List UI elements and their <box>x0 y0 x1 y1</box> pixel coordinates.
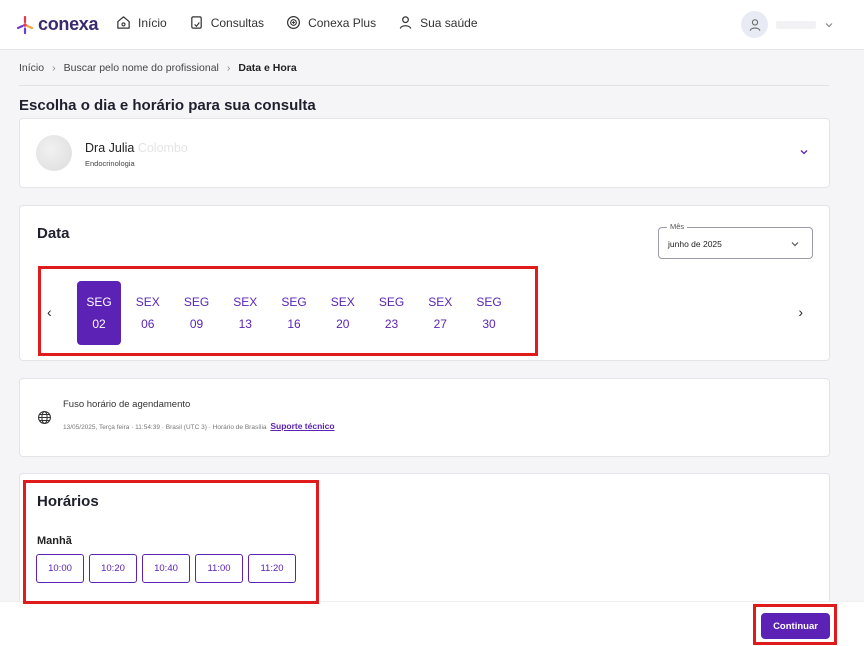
period-label-morning: Manhã <box>37 535 72 547</box>
nav-item-label: Início <box>138 15 167 30</box>
doctor-photo <box>36 135 72 171</box>
date-section-title: Data <box>37 225 70 242</box>
time-slot-button[interactable]: 10:40 <box>142 554 190 583</box>
nav-item-label: Consultas <box>210 15 265 30</box>
next-dates-button[interactable]: › <box>798 304 803 320</box>
time-slot-button[interactable]: 10:20 <box>89 554 137 583</box>
breadcrumb-separator-icon: › <box>52 62 56 74</box>
globe-icon <box>38 411 51 424</box>
breadcrumb-item-current: Data e Hora <box>238 62 297 74</box>
plus-circle-icon <box>287 15 301 30</box>
doctor-last-name: Colombo <box>137 141 188 155</box>
divider <box>19 85 829 86</box>
nav-item-label: Sua saúde <box>420 15 478 30</box>
time-slot-list: 10:00 10:20 10:40 11:00 11:20 <box>36 554 296 583</box>
date-day: 13 <box>238 317 252 331</box>
main-nav: Início Consultas Conexa Plus Sua saúde <box>116 15 478 30</box>
date-option[interactable]: SEX 06 <box>126 281 170 345</box>
clipboard-icon <box>190 16 202 29</box>
support-link[interactable]: Suporte técnico <box>270 421 334 431</box>
date-option[interactable]: SEG 09 <box>175 281 219 345</box>
breadcrumb-item-search[interactable]: Buscar pelo nome do profissional <box>64 62 219 74</box>
doctor-card[interactable]: Dra Julia Colombo Endocrinologia <box>19 118 830 188</box>
nav-item-consultas[interactable]: Consultas <box>189 15 264 30</box>
user-name-placeholder <box>776 20 816 29</box>
nav-item-conexa-plus[interactable]: Conexa Plus <box>286 15 376 30</box>
footer-bar <box>0 601 864 646</box>
date-list: SEG 02 SEX 06 SEG 09 SEX 13 SEG 16 SEX 2… <box>77 281 516 345</box>
nav-item-label: Conexa Plus <box>308 15 377 30</box>
nav-item-inicio[interactable]: Início <box>116 15 167 30</box>
logo-mark-icon <box>16 15 34 34</box>
user-avatar-icon <box>749 18 760 31</box>
doctor-first-name: Dra Julia <box>85 141 135 155</box>
date-weekday: SEX <box>135 295 160 309</box>
chevron-down-icon[interactable] <box>799 147 809 157</box>
previous-dates-button[interactable]: ‹ <box>47 304 52 320</box>
month-select-label: Mês <box>667 222 688 231</box>
date-option[interactable]: SEG 02 <box>77 281 121 345</box>
date-day: 02 <box>92 317 106 331</box>
date-option[interactable]: SEX 20 <box>321 281 365 345</box>
date-weekday: SEX <box>330 295 355 309</box>
date-option[interactable]: SEX 13 <box>223 281 267 345</box>
hours-section: Horários Manhã 10:00 10:20 10:40 11:00 1… <box>19 473 830 613</box>
time-slot-button[interactable]: 11:00 <box>195 554 243 583</box>
month-select[interactable]: Mês junho de 2025 <box>658 222 813 259</box>
date-day: 27 <box>433 317 447 331</box>
doctor-specialty: Endocrinologia <box>85 159 135 168</box>
conexa-logo[interactable]: conexa <box>16 14 99 35</box>
home-icon <box>117 16 130 29</box>
time-slot-button[interactable]: 11:20 <box>248 554 296 583</box>
date-day: 16 <box>287 317 301 331</box>
date-option[interactable]: SEX 27 <box>418 281 462 345</box>
person-icon <box>399 16 412 29</box>
month-select-value: junho de 2025 <box>668 239 722 249</box>
date-weekday: SEG <box>281 295 307 309</box>
date-weekday: SEG <box>378 295 405 309</box>
logo-text: conexa <box>38 14 99 34</box>
chevron-down-icon <box>791 242 799 247</box>
time-slot-button[interactable]: 10:00 <box>36 554 84 583</box>
timezone-title: Fuso horário de agendamento <box>63 399 191 410</box>
date-option[interactable]: SEG 30 <box>467 281 511 345</box>
nav-item-sua-saude[interactable]: Sua saúde <box>398 15 478 30</box>
doctor-name: Dra Julia Colombo <box>85 141 188 155</box>
date-option[interactable]: SEG 16 <box>272 281 316 345</box>
user-menu[interactable] <box>741 11 834 38</box>
breadcrumb-separator-icon: › <box>226 62 231 74</box>
date-day: 23 <box>384 317 399 331</box>
breadcrumb-item-inicio[interactable]: Início <box>19 62 44 74</box>
timezone-datetime: 13/05/2025, Terça feira · 11:54:39 · Bra… <box>63 424 267 431</box>
page-title: Escolha o dia e horário para sua consult… <box>19 97 316 114</box>
hours-section-title: Horários <box>37 493 99 510</box>
date-weekday: SEG <box>183 295 210 309</box>
date-section: Data Mês junho de 2025 ‹ SEG 02 SEX 06 S… <box>19 205 830 361</box>
timezone-detail: 13/05/2025, Terça feira · 11:54:39 · Bra… <box>63 421 335 431</box>
date-day: 09 <box>189 317 204 331</box>
date-weekday: SEX <box>233 295 258 309</box>
date-day: 30 <box>482 317 496 331</box>
date-weekday: SEX <box>428 295 453 309</box>
date-weekday: SEG <box>86 295 112 309</box>
top-navigation-bar: conexa Início Consultas Conexa Plus Sua … <box>0 0 864 50</box>
date-weekday: SEG <box>476 295 502 309</box>
timezone-card: Fuso horário de agendamento 13/05/2025, … <box>19 378 830 457</box>
avatar <box>741 11 768 38</box>
date-day: 20 <box>336 317 350 331</box>
breadcrumb: Início › Buscar pelo nome do profissiona… <box>19 62 297 74</box>
date-day: 06 <box>141 317 155 331</box>
chevron-down-icon <box>825 22 833 27</box>
date-option[interactable]: SEG 23 <box>370 281 414 345</box>
continue-button[interactable]: Continuar <box>761 613 830 639</box>
